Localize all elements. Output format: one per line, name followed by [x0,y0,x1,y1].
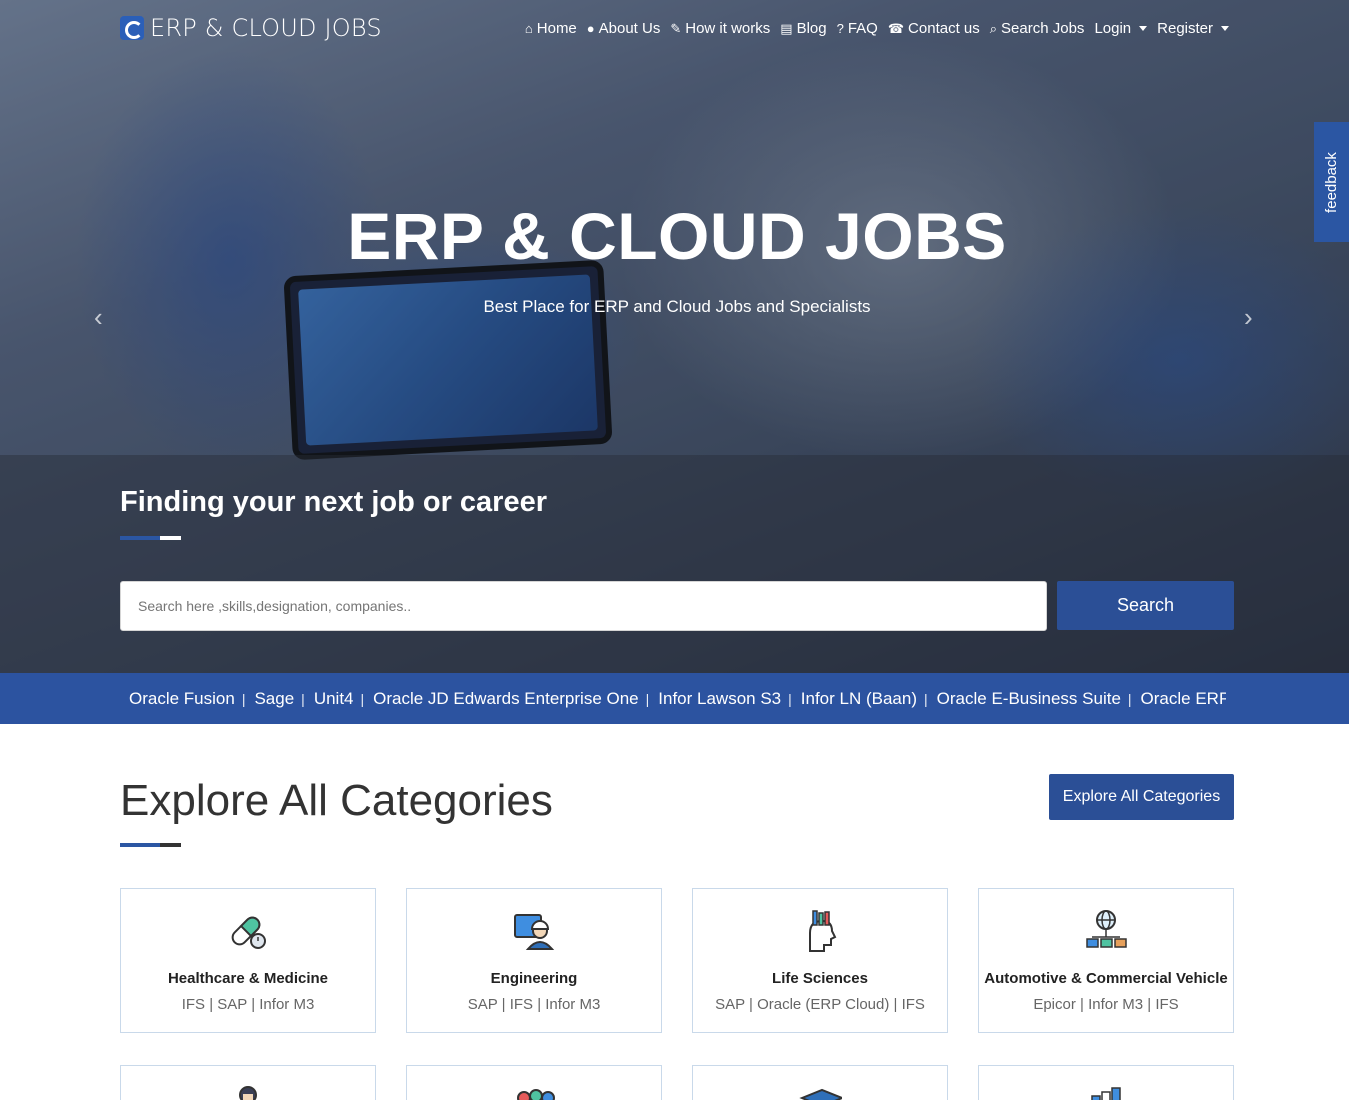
hero-subtitle: Best Place for ERP and Cloud Jobs and Sp… [483,297,871,316]
wrench-icon: ✎ [670,20,682,36]
nav-faq[interactable]: ? FAQ [837,20,878,37]
category-card-healthcare[interactable]: Healthcare & Medicine IFS | SAP | Infor … [120,888,376,1033]
nav-how-it-works[interactable]: ✎ How it works [670,20,770,37]
category-card-automotive[interactable]: Automotive & Commercial Vehicle Epicor |… [978,888,1234,1033]
card-title: Healthcare & Medicine [167,970,329,987]
book-icon: ▤ [780,20,793,36]
search-button[interactable]: Search [1057,581,1234,630]
category-card[interactable] [978,1065,1234,1100]
ticker-item[interactable]: Unit4 | [314,689,373,709]
nav-about[interactable]: ● About Us [587,20,661,37]
home-icon: ⌂ [524,21,533,36]
ticker-item[interactable]: Oracle E-Business Suite | [937,689,1141,709]
card-title: Automotive & Commercial Vehicle [984,970,1228,987]
caret-down-icon [1221,26,1229,31]
brain-icon [809,910,837,952]
tools-icon [1091,1087,1121,1100]
category-card[interactable] [406,1065,662,1100]
pill-icon [231,916,266,949]
engineer-icon [514,914,555,950]
ticker-item[interactable]: Oracle Fusion | [129,689,254,709]
card-subtitle: SAP | IFS | Infor M3 [467,996,601,1013]
hero-banner [0,0,1349,673]
hero-title: ERP & CLOUD JOBS [347,199,1007,273]
heading-underline [120,843,160,847]
caret-down-icon [1139,26,1148,31]
site-logo[interactable]: ERP & CLOUD JOBS [120,14,382,42]
category-card[interactable] [120,1065,376,1100]
nav-search-jobs[interactable]: ⌕ Search Jobs [990,20,1085,37]
category-card-engineering[interactable]: Engineering SAP | IFS | Infor M3 [406,888,662,1033]
ticker-item[interactable]: Infor LN (Baan) | [801,689,937,709]
explore-all-categories-button[interactable]: Explore All Categories [1049,774,1234,820]
card-subtitle: SAP | Oracle (ERP Cloud) | IFS [715,996,925,1013]
category-card-life-sciences[interactable]: Life Sciences SAP | Oracle (ERP Cloud) |… [692,888,948,1033]
network-icon [1086,910,1127,948]
logo-text: ERP & CLOUD JOBS [150,14,382,42]
card-title: Engineering [490,970,578,987]
category-card[interactable] [692,1065,948,1100]
nav-home[interactable]: ⌂ Home [525,20,577,37]
phone-icon: ☎ [887,20,905,36]
card-subtitle: IFS | SAP | Infor M3 [181,996,315,1013]
question-icon: ? [836,21,844,36]
nav-contact[interactable]: ☎ Contact us [888,20,980,37]
ticker-item[interactable]: Infor Lawson S3 | [658,689,801,709]
heading-underline-accent [160,843,181,847]
heading-underline-accent [160,536,181,540]
nav-login-dropdown[interactable]: Login [1094,20,1148,37]
categories-heading: Explore All Categories [120,776,553,825]
erp-ticker: Oracle Fusion | Sage | Unit4 | Oracle JD Ed… [0,673,1349,724]
nav-blog[interactable]: ▤ Blog [780,20,826,37]
gears-icon [517,1089,555,1100]
job-search-input[interactable] [120,581,1047,631]
heading-underline [120,536,160,540]
ticker-item[interactable]: Oracle ERP Cloud [1141,689,1226,709]
search-icon: ⌕ [989,20,998,36]
person-icon [239,1086,257,1100]
logo-icon [120,16,144,40]
ticker-item[interactable]: Oracle JD Edwards Enterprise One | [373,689,658,709]
main-nav: ⌂ Home ● About Us ✎ How it works ▤ Blog ? FAQ… [525,20,1229,37]
ticker-item[interactable]: Sage | [254,689,313,709]
card-subtitle: Epicor | Infor M3 | IFS [1033,996,1179,1013]
user-icon: ● [586,21,595,36]
nav-register-dropdown[interactable]: Register [1157,20,1229,37]
find-job-heading: Finding your next job or career [120,486,548,518]
graduation-cap-icon [799,1088,842,1100]
card-title: Life Sciences [772,970,868,987]
